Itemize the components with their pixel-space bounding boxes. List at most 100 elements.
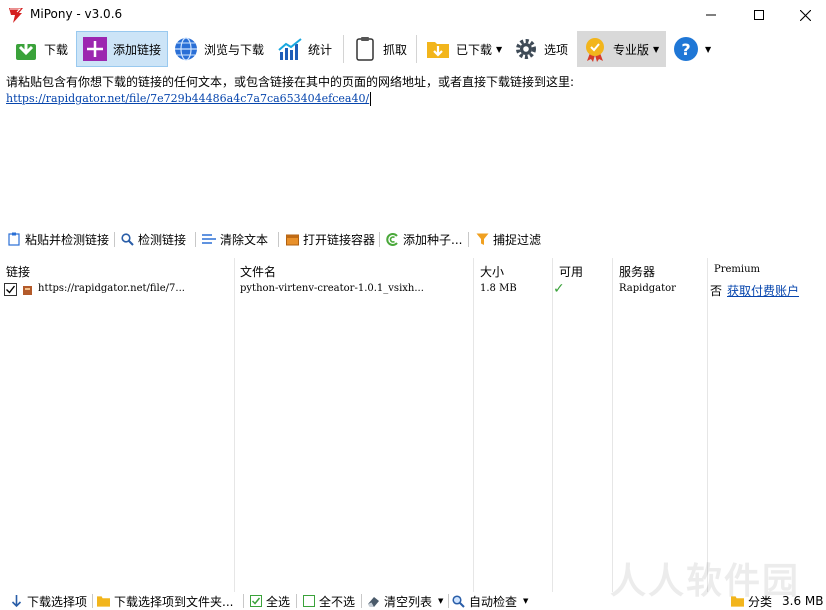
checkbox-checked-icon (249, 595, 262, 608)
browse-download-button[interactable]: 浏览与下载 (168, 31, 269, 67)
paste-prompt: 请粘贴包含有你想下载的链接的任何文本，或包含链接在其中的页面的网络地址，或者直接… (6, 75, 575, 89)
grab-button[interactable]: 抓取 (347, 31, 412, 67)
downloaded-label: 已下载 (456, 42, 493, 57)
add-link-button[interactable]: 添加链接 (76, 31, 168, 67)
subbar-separator (379, 232, 380, 247)
table-row[interactable]: https://rapidgator.net/file/7... python-… (0, 280, 826, 300)
chevron-down-icon: ▼ (496, 44, 503, 54)
chevron-down-icon: ▼ (653, 44, 660, 54)
folder-download-icon (425, 36, 451, 62)
clipboard-icon (352, 36, 378, 62)
row-checkbox[interactable] (4, 283, 17, 296)
help-button[interactable]: ? ▼ (668, 31, 716, 67)
category-label: 分类 (748, 594, 773, 609)
total-size: 3.6 MB (782, 594, 824, 608)
paste-icon (7, 232, 21, 246)
bottombar-separator (361, 594, 362, 608)
text-caret (370, 92, 372, 106)
download-to-folder-button[interactable]: 下载选择项到文件夹... (97, 593, 233, 609)
get-premium-account-link[interactable]: 获取付费账户 (727, 282, 799, 299)
file-icon (23, 286, 32, 295)
globe-icon (173, 36, 199, 62)
subbar-separator (195, 232, 196, 247)
check-links-label: 检测链接 (138, 232, 187, 247)
category-button[interactable]: 分类 (731, 593, 772, 609)
bottombar-separator (243, 594, 244, 608)
title-bar: MiPony - v3.0.6 (0, 0, 826, 30)
maximize-icon (754, 10, 764, 20)
medal-icon (582, 36, 608, 62)
clear-text-button[interactable]: 清除文本 (202, 230, 268, 248)
download-selected-label: 下载选择项 (27, 594, 88, 609)
select-all-button[interactable]: 全选 (249, 593, 290, 609)
link-table: 链接 文件名 大小 可用 服务器 Premium https://rapidga… (0, 258, 826, 592)
options-button[interactable]: 选项 (508, 31, 573, 67)
help-icon: ? (673, 36, 699, 62)
cell-premium: 否 (710, 284, 723, 298)
column-header-link[interactable]: 链接 (6, 263, 30, 280)
mipony-logo-icon (9, 8, 23, 23)
toolbar-separator (416, 35, 417, 63)
open-container-label: 打开链接容器 (303, 232, 376, 247)
options-label: 选项 (544, 42, 569, 57)
clear-text-label: 清除文本 (220, 232, 269, 247)
download-icon (13, 36, 39, 62)
select-none-label: 全不选 (319, 594, 356, 609)
subbar-separator (468, 232, 469, 247)
svg-text:?: ? (681, 40, 690, 59)
minimize-button[interactable] (688, 0, 734, 30)
add-link-icon (82, 36, 108, 62)
select-none-button[interactable]: 全不选 (302, 593, 355, 609)
browse-download-label: 浏览与下载 (204, 42, 265, 57)
download-selected-button[interactable]: 下载选择项 (10, 593, 87, 609)
close-button[interactable] (782, 0, 826, 30)
paste-check-button[interactable]: 粘贴并检测链接 (7, 230, 109, 248)
grab-label: 抓取 (383, 42, 408, 57)
cell-filename: python-virtenv-creator-1.0.1_vsixh... (240, 283, 424, 294)
column-header-filename[interactable]: 文件名 (240, 263, 276, 280)
link-text-area[interactable]: https://rapidgator.net/file/7e729b44486a… (6, 92, 372, 106)
bottombar-separator (296, 594, 297, 608)
main-toolbar: 下载 添加链接 浏览与下载 统计 抓取 已下载 ▼ 选项 专业版 ▼ ? ▼ (0, 30, 826, 68)
column-header-available[interactable]: 可用 (559, 263, 583, 280)
folder-icon (97, 595, 110, 608)
close-icon (799, 9, 811, 21)
add-link-label: 添加链接 (113, 42, 162, 57)
check-links-button[interactable]: 检测链接 (120, 230, 186, 248)
stats-button[interactable]: 统计 (272, 31, 337, 67)
capture-filter-label: 捕捉过滤 (493, 232, 542, 247)
download-to-folder-label: 下载选择项到文件夹... (114, 594, 234, 609)
column-divider (473, 258, 474, 592)
column-header-size[interactable]: 大小 (480, 263, 504, 280)
column-divider (552, 258, 553, 592)
cell-server: Rapidgator (619, 283, 676, 294)
downloaded-button[interactable]: 已下载 ▼ (420, 31, 507, 67)
download-button[interactable]: 下载 (8, 31, 73, 67)
capture-filter-button[interactable]: 捕捉过滤 (475, 230, 541, 248)
window-title: MiPony - v3.0.6 (30, 7, 123, 21)
open-container-button[interactable]: 打开链接容器 (285, 230, 375, 248)
subbar-separator (278, 232, 279, 247)
column-header-premium[interactable]: Premium (714, 264, 760, 275)
cell-size: 1.8 MB (480, 283, 517, 294)
arrow-down-icon (10, 594, 23, 608)
container-icon (285, 232, 299, 246)
add-torrent-button[interactable]: 添加种子... (385, 230, 462, 248)
checkmark-icon (6, 285, 16, 294)
subbar-separator (114, 232, 115, 247)
chevron-down-icon: ▼ (438, 597, 444, 605)
clear-list-button[interactable]: 清空列表 ▼ (367, 593, 443, 609)
column-divider (707, 258, 708, 592)
bottombar-separator (448, 594, 449, 608)
pro-button[interactable]: 专业版 ▼ (577, 31, 666, 67)
stats-label: 统计 (308, 42, 333, 57)
category-folder-icon (731, 595, 744, 608)
maximize-button[interactable] (736, 0, 782, 30)
checkbox-empty-icon (302, 595, 315, 608)
auto-check-button[interactable]: 自动检查 ▼ (452, 593, 528, 609)
column-header-server[interactable]: 服务器 (619, 263, 655, 280)
bottom-toolbar: 下载选择项 下载选择项到文件夹... 全选 全不选 清空列表 ▼ 自动检查 ▼ (0, 592, 826, 610)
select-all-label: 全选 (266, 594, 291, 609)
torrent-icon (385, 232, 399, 246)
filter-icon (475, 232, 489, 246)
